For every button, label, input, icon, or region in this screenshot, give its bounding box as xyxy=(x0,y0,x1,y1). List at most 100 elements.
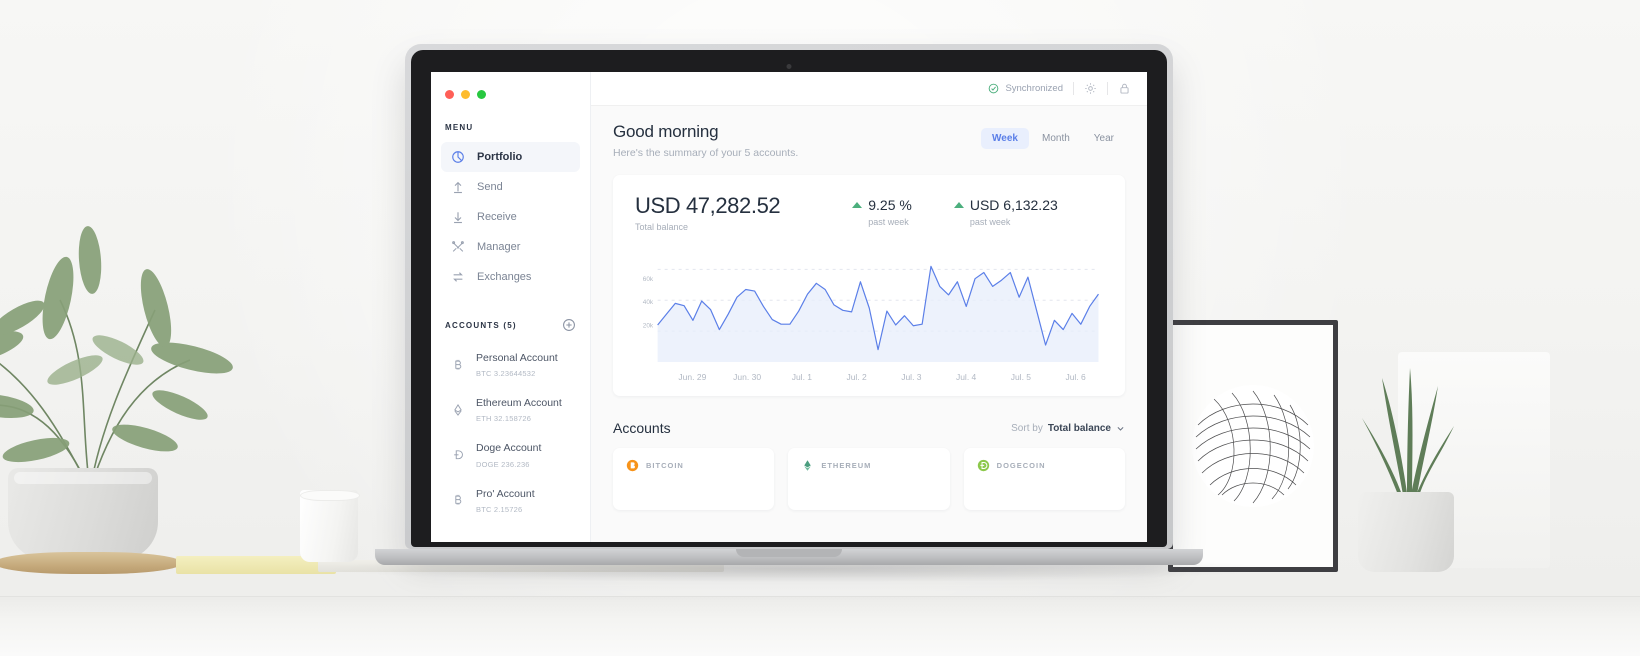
tab-week[interactable]: Week xyxy=(981,128,1029,149)
caret-up-icon xyxy=(852,202,863,208)
stats-group: 9.25 % past week USD 6,132.23 past week xyxy=(852,193,1058,227)
wallet-app: MENU Portfolio Send Receive Manager Exch… xyxy=(431,72,1147,542)
accounts-label: ACCOUNTS (5) xyxy=(445,320,517,330)
plus-circle-icon[interactable] xyxy=(562,318,576,332)
maximize-button[interactable] xyxy=(477,90,486,99)
accounts-section-header: ACCOUNTS (5) xyxy=(431,292,590,342)
menu-label: MENU xyxy=(445,123,474,132)
toolbar-divider xyxy=(1107,82,1108,95)
greeting-row: Good morning Here's the summary of your … xyxy=(613,122,1125,159)
total-balance-amount: USD 47,282.52 xyxy=(635,193,781,218)
sort-by-prefix: Sort by xyxy=(1011,422,1043,434)
accounts-title: Accounts xyxy=(613,420,671,436)
sort-by-value: Total balance xyxy=(1047,422,1111,434)
minimize-button[interactable] xyxy=(461,90,470,99)
laptop-screen: MENU Portfolio Send Receive Manager Exch… xyxy=(431,72,1147,542)
stat-percent-change: 9.25 % past week xyxy=(852,197,912,227)
window-controls xyxy=(431,86,590,99)
account-card-dogecoin[interactable]: DOGECOIN xyxy=(963,448,1125,510)
balance-card: USD 47,282.52 Total balance 9.25 % past xyxy=(613,175,1125,396)
sidebar-item-label: Portfolio xyxy=(477,151,523,163)
snake-plant-pot xyxy=(1358,492,1454,572)
sidebar-item-portfolio[interactable]: Portfolio xyxy=(441,142,580,172)
period-selector: Week Month Year xyxy=(981,128,1125,149)
account-name: Pro' Account xyxy=(476,487,535,500)
stat-value-row: 9.25 % xyxy=(852,197,912,213)
webcam xyxy=(786,64,792,69)
list-item[interactable]: Personal Account BTC 3.23644532 xyxy=(441,342,580,387)
dogecoin-icon xyxy=(451,448,465,462)
arrow-up-icon xyxy=(451,180,465,194)
balance-row: USD 47,282.52 Total balance 9.25 % past xyxy=(635,193,1103,232)
list-item[interactable]: Pro' Account BTC 2.15726 xyxy=(441,478,580,523)
snake-plant-foliage xyxy=(1352,360,1462,500)
x-tick-label: Jul. 3 xyxy=(901,372,922,382)
account-balance: ETH 32.158726 xyxy=(476,414,532,424)
sidebar-item-manager[interactable]: Manager xyxy=(441,232,580,262)
page-title: Good morning xyxy=(613,122,719,141)
account-name: Personal Account xyxy=(476,352,558,364)
sidebar: MENU Portfolio Send Receive Manager Exch… xyxy=(431,72,591,542)
sync-status-text: Synchronized xyxy=(1005,83,1063,94)
card-title: DOGECOIN xyxy=(996,461,1046,470)
account-card-bitcoin[interactable]: BITCOIN xyxy=(613,448,775,510)
ethereum-coin-icon xyxy=(801,459,814,472)
sidebar-item-label: Exchanges xyxy=(477,271,532,283)
content-area: Good morning Here's the summary of your … xyxy=(591,106,1147,542)
status-badge: Synchronized xyxy=(988,83,1063,94)
tab-year[interactable]: Year xyxy=(1083,128,1125,149)
card-header: BITCOIN xyxy=(626,459,761,472)
x-tick-label: Jun. 30 xyxy=(733,372,762,382)
x-tick-label: Jul. 4 xyxy=(955,372,977,382)
total-balance-block: USD 47,282.52 Total balance xyxy=(635,193,781,232)
sidebar-item-exchanges[interactable]: Exchanges xyxy=(441,262,580,292)
card-title: ETHEREUM xyxy=(821,461,872,470)
chart-x-axis: Jun. 29 Jun. 30 Jul. 1 Jul. 2 Jul. 3 Jul… xyxy=(635,372,1103,382)
sidebar-item-label: Send xyxy=(477,181,503,193)
account-balance: DOGE 236.236 xyxy=(476,459,530,469)
main-content: Synchronized Good morning Here's the sum… xyxy=(591,72,1147,542)
tab-month[interactable]: Month xyxy=(1031,128,1081,149)
greeting-block: Good morning Here's the summary of your … xyxy=(613,122,798,159)
stat-value: 9.25 % xyxy=(868,197,912,213)
sidebar-item-label: Manager xyxy=(477,241,521,253)
stat-value: USD 6,132.23 xyxy=(969,197,1058,213)
sort-by-dropdown[interactable]: Sort by Total balance xyxy=(1011,423,1125,434)
toolbar-divider xyxy=(1073,82,1074,95)
stat-period: past week xyxy=(969,217,1011,227)
laptop: MENU Portfolio Send Receive Manager Exch… xyxy=(375,44,1203,565)
list-item[interactable]: Doge Account DOGE 236.236 xyxy=(441,432,580,477)
tools-icon xyxy=(451,240,465,254)
x-tick-label: Jul. 5 xyxy=(1010,372,1032,382)
card-header: ETHEREUM xyxy=(801,459,936,472)
bitcoin-icon xyxy=(451,493,465,507)
gear-icon[interactable] xyxy=(1084,82,1097,95)
swap-icon xyxy=(451,270,465,284)
page-subtitle: Here's the summary of your 5 accounts. xyxy=(613,147,799,159)
x-tick-label: Jun. 29 xyxy=(678,372,707,382)
account-balance: BTC 2.15726 xyxy=(476,504,523,514)
cork-coaster xyxy=(0,552,182,574)
white-cup xyxy=(300,490,360,562)
x-tick-label: Jul. 2 xyxy=(846,372,867,382)
card-header: DOGECOIN xyxy=(977,459,1112,472)
top-bar: Synchronized xyxy=(591,72,1147,106)
bitcoin-coin-icon xyxy=(626,459,639,472)
sidebar-item-send[interactable]: Send xyxy=(441,172,580,202)
desk-edge-line xyxy=(0,596,1640,597)
account-card-ethereum[interactable]: ETHEREUM xyxy=(788,448,950,510)
list-item[interactable]: Ethereum Account ETH 32.158726 xyxy=(441,387,580,432)
arrow-down-icon xyxy=(451,210,465,224)
account-name: Doge Account xyxy=(476,442,542,455)
total-balance-label: Total balance xyxy=(635,222,689,232)
card-title: BITCOIN xyxy=(646,461,684,470)
account-cards-row: BITCOIN ETHEREUM DOGECOIN xyxy=(613,448,1125,510)
sidebar-item-label: Receive xyxy=(477,211,517,223)
sidebar-item-receive[interactable]: Receive xyxy=(441,202,580,232)
stat-absolute-change: USD 6,132.23 past week xyxy=(953,197,1058,227)
accounts-header-row: Accounts Sort by Total balance xyxy=(613,420,1125,436)
desk-surface xyxy=(0,596,1640,656)
x-tick-label: Jul. 6 xyxy=(1065,372,1086,382)
lock-icon[interactable] xyxy=(1118,82,1131,95)
close-button[interactable] xyxy=(445,90,454,99)
